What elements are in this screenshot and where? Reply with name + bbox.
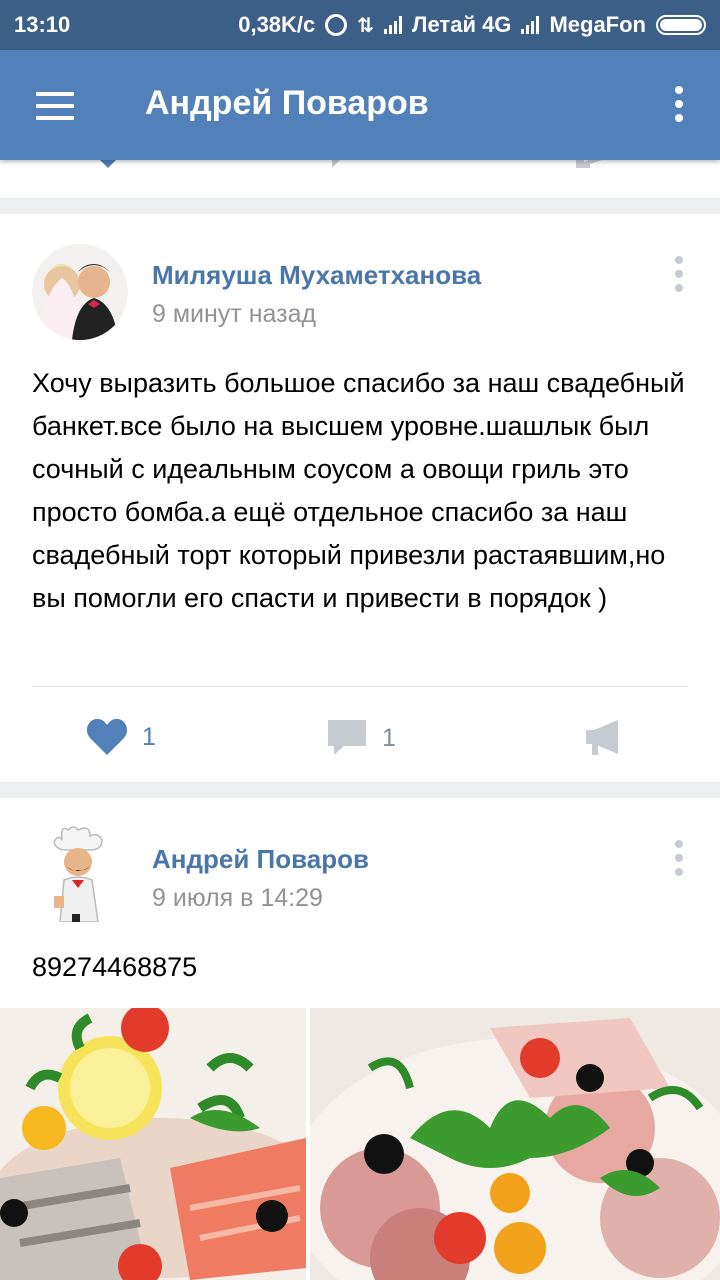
page-title: Андрей Поваров <box>145 84 429 122</box>
post-photo[interactable] <box>0 1008 306 1280</box>
megaphone-icon <box>586 720 618 755</box>
post-card: Андрей Поваров 9 июля в 14:29 8927446887… <box>0 798 720 1280</box>
post-card: Миляуша Мухаметханова 9 минут назад Хочу… <box>0 214 720 782</box>
data-transfer-icon: ⇅ <box>357 14 375 37</box>
status-time: 13:10 <box>14 12 71 37</box>
previous-post-actions <box>0 160 720 198</box>
like-icon[interactable] <box>88 160 128 172</box>
battery-icon <box>656 15 706 35</box>
network-label: Летай 4G <box>412 12 512 37</box>
carrier-name: MegaFon <box>549 12 646 37</box>
status-bar: 13:10 0,38K/с ⇅ Летай 4G MegaFon <box>0 0 720 50</box>
app-bar: Андрей Поваров <box>0 50 720 160</box>
divider <box>32 686 688 687</box>
post-photo[interactable] <box>310 1008 720 1280</box>
network-speed: 0,38K/с <box>238 12 316 37</box>
hamburger-icon[interactable] <box>36 92 74 120</box>
like-button[interactable]: 1 <box>86 718 156 756</box>
post-more-icon[interactable] <box>674 256 684 292</box>
alarm-icon <box>325 14 348 36</box>
post-more-icon[interactable] <box>674 840 684 876</box>
post-text: Хочу выразить большое спасибо за наш сва… <box>32 368 685 613</box>
post-author[interactable]: Андрей Поваров <box>152 844 369 875</box>
heart-icon <box>86 718 128 755</box>
like-count: 1 <box>142 722 156 751</box>
vertical-dots-icon[interactable] <box>674 86 684 122</box>
comment-button[interactable]: 1 <box>328 720 396 756</box>
share-button[interactable] <box>584 720 622 756</box>
status-right: 0,38K/с ⇅ Летай 4G MegaFon <box>238 12 706 38</box>
comment-icon <box>328 720 366 755</box>
post-time: 9 минут назад <box>152 300 317 328</box>
signal-icon <box>384 16 403 34</box>
share-icon[interactable] <box>576 160 616 172</box>
post-text: 89274468875 <box>32 952 198 982</box>
post-author[interactable]: Миляуша Мухаметханова <box>152 260 481 291</box>
comment-icon[interactable] <box>328 160 368 172</box>
comment-count: 1 <box>382 723 396 752</box>
signal-icon-2 <box>521 16 540 34</box>
avatar[interactable] <box>32 826 128 922</box>
avatar[interactable] <box>32 244 128 340</box>
post-time: 9 июля в 14:29 <box>152 884 323 912</box>
